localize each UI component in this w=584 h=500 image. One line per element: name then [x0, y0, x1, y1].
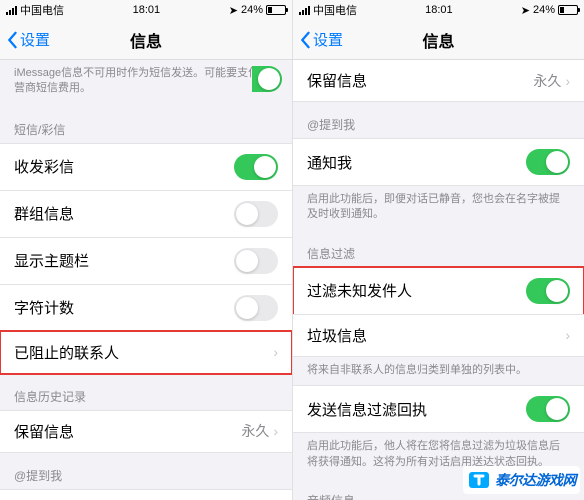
watermark-icon: [467, 468, 491, 492]
right-pane: 中国电信 18:01 ➤ 24% 设置 信息 保留信息 永久›: [292, 0, 584, 500]
signal-icon: [6, 6, 17, 15]
chevron-right-icon: ›: [273, 423, 278, 439]
filter-unknown-toggle[interactable]: [526, 278, 570, 304]
charcount-toggle[interactable]: [234, 295, 278, 321]
filter-unknown-row[interactable]: 过滤未知发件人: [293, 267, 584, 315]
keep-label: 保留信息: [14, 421, 74, 442]
mms-row[interactable]: 收发彩信: [0, 143, 292, 191]
blocked-label: 已阻止的联系人: [14, 342, 119, 363]
history-section-header: 信息历史记录: [0, 374, 292, 411]
receipts-toggle[interactable]: [526, 396, 570, 422]
nav-title: 信息: [422, 28, 454, 52]
notify-row[interactable]: 通知我: [0, 489, 292, 500]
left-pane: 中国电信 18:01 ➤ 24% 设置 信息 iMessage信息不可用时作为短…: [0, 0, 292, 500]
nav-bar: 设置 信息: [293, 20, 584, 60]
back-button[interactable]: 设置: [293, 29, 343, 50]
battery-percent: 24%: [533, 4, 555, 16]
group-toggle[interactable]: [234, 201, 278, 227]
keep-value: 永久: [241, 421, 269, 441]
back-button[interactable]: 设置: [0, 29, 50, 50]
group-row[interactable]: 群组信息: [0, 190, 292, 238]
junk-note: 将来自非联系人的信息归类到单独的列表中。: [293, 357, 584, 386]
location-icon: ➤: [521, 4, 530, 17]
notify-toggle[interactable]: [526, 149, 570, 175]
charcount-label: 字符计数: [14, 297, 74, 318]
location-icon: ➤: [229, 4, 238, 17]
charcount-row[interactable]: 字符计数: [0, 284, 292, 332]
sms-section-header: 短信/彩信: [0, 107, 292, 144]
group-label: 群组信息: [14, 203, 74, 224]
back-label: 设置: [20, 29, 50, 50]
carrier: 中国电信: [313, 2, 357, 18]
notify-label: 通知我: [307, 152, 352, 173]
blocked-contacts-row[interactable]: 已阻止的联系人 ›: [0, 331, 292, 374]
chevron-left-icon: [6, 31, 18, 49]
nav-bar: 设置 信息: [0, 20, 292, 60]
status-time: 18:01: [133, 4, 161, 16]
status-bar: 中国电信 18:01 ➤ 24%: [293, 0, 584, 20]
battery-percent: 24%: [241, 4, 263, 16]
status-time: 18:01: [425, 4, 453, 16]
junk-row[interactable]: 垃圾信息 ›: [293, 314, 584, 357]
receipts-label: 发送信息过滤回执: [307, 399, 427, 420]
chevron-right-icon: ›: [273, 344, 278, 360]
filter-unknown-label: 过滤未知发件人: [307, 280, 412, 301]
battery-icon: [558, 5, 578, 15]
junk-label: 垃圾信息: [307, 325, 367, 346]
carrier: 中国电信: [20, 2, 64, 18]
filter-section-header: 信息过滤: [293, 231, 584, 268]
chevron-left-icon: [299, 31, 311, 49]
mention-section-header: @提到我: [293, 102, 584, 139]
notify-row[interactable]: 通知我: [293, 138, 584, 186]
notify-note: 启用此功能后，即便对话已静音，您也会在名字被提及时收到通知。: [293, 186, 584, 231]
mention-section-header: @提到我: [0, 453, 292, 490]
signal-icon: [299, 6, 310, 15]
receipts-row[interactable]: 发送信息过滤回执: [293, 385, 584, 433]
subject-row[interactable]: 显示主题栏: [0, 237, 292, 285]
back-label: 设置: [313, 29, 343, 50]
subject-toggle[interactable]: [234, 248, 278, 274]
subject-label: 显示主题栏: [14, 250, 89, 271]
chevron-right-icon: ›: [565, 327, 570, 343]
keep-value: 永久: [533, 71, 561, 91]
keep-row[interactable]: 保留信息 永久›: [0, 410, 292, 453]
battery-icon: [266, 5, 286, 15]
chevron-right-icon: ›: [565, 73, 570, 89]
keep-row[interactable]: 保留信息 永久›: [293, 60, 584, 102]
watermark-text: 泰尔达游戏网: [495, 470, 576, 490]
imessage-toggle-partial[interactable]: [252, 66, 282, 92]
nav-title: 信息: [130, 28, 162, 52]
status-bar: 中国电信 18:01 ➤ 24%: [0, 0, 292, 20]
mms-label: 收发彩信: [14, 156, 74, 177]
keep-label: 保留信息: [307, 70, 367, 91]
watermark: 泰尔达游戏网: [463, 466, 580, 494]
mms-toggle[interactable]: [234, 154, 278, 180]
